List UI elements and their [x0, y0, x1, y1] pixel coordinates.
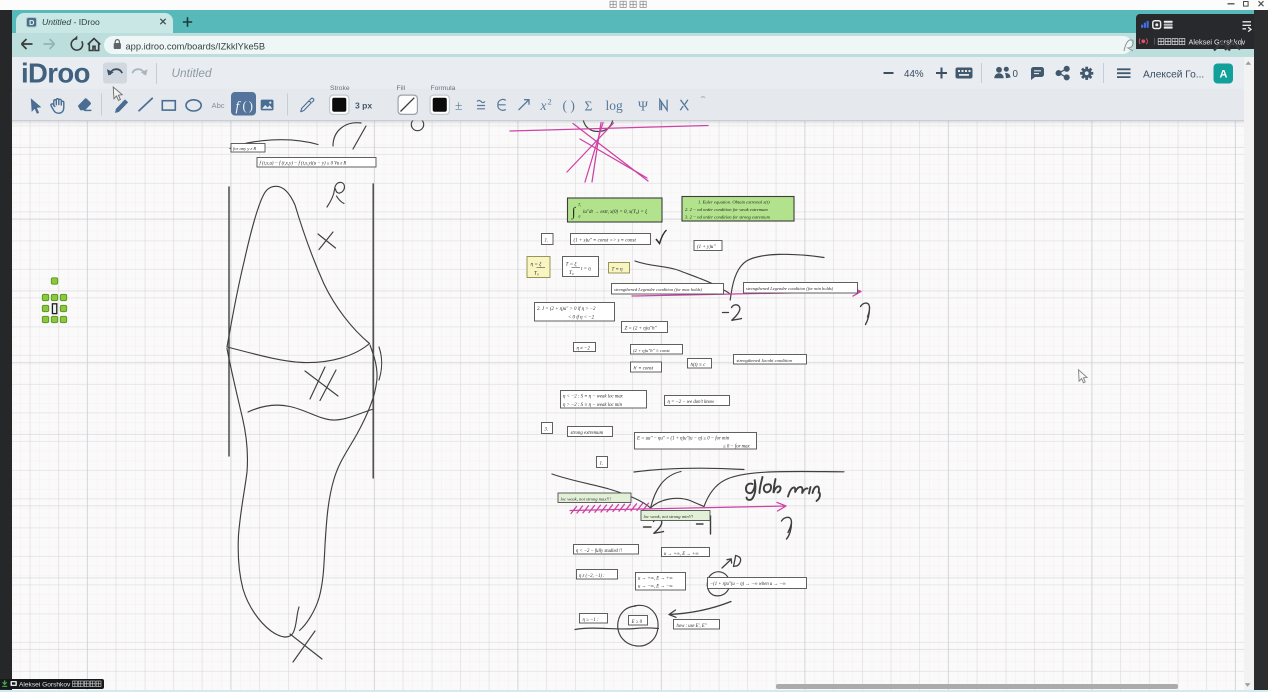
svg-text:η ε (−2, −1) :: η ε (−2, −1) :	[579, 574, 605, 579]
svg-text:−(1 + η)u''(u − η) → −∞ when u: −(1 + η)u''(u − η) → −∞ when u → −∞	[710, 582, 786, 587]
svg-text:Untitled - IDroo: Untitled - IDroo	[42, 17, 100, 27]
svg-text:44%: 44%	[904, 69, 924, 80]
svg-text:strong extremum: strong extremum	[571, 431, 604, 436]
svg-text:Stroke: Stroke	[330, 85, 350, 92]
svg-text:η < −2 : S ≡ η − weak loc: η < −2 : S ≡ η − weak loc max	[563, 395, 624, 400]
svg-text:D: D	[29, 18, 35, 27]
svg-text:t = η: t = η	[581, 267, 591, 272]
svg-text:1.: 1.	[545, 238, 549, 243]
svg-text:Fill: Fill	[397, 85, 406, 92]
svg-text:Untitled: Untitled	[172, 66, 212, 80]
svg-text:1.: 1.	[600, 461, 604, 466]
svg-text:how : use E', E'': how : use E', E''	[677, 624, 708, 629]
svg-text:): )	[249, 99, 253, 113]
svg-text:strengthened Legendre conditio: strengthened Legendre condition (for max…	[614, 287, 703, 292]
svg-text:η ≥ −1 :: η ≥ −1 :	[583, 618, 600, 623]
svg-text:Abc: Abc	[212, 101, 225, 110]
svg-text:app.idroo.com/boards/IZkklYke5: app.idroo.com/boards/IZkklYke5B	[126, 41, 266, 51]
svg-text:Алексей Го...: Алексей Го...	[1143, 69, 1204, 80]
svg-text:2: 2	[548, 97, 552, 107]
svg-text:0: 0	[1013, 69, 1019, 80]
svg-text:1. Euler equation. Obtain extr: 1. Euler equation. Obtain extremal x(t)	[698, 200, 770, 205]
svg-text:u → +∞, E → +∞: u → +∞, E → +∞	[664, 552, 699, 557]
svg-text:(2 + η)u''h'' ≡ const: (2 + η)u''h'' ≡ const	[633, 348, 670, 353]
svg-text:( ): ( )	[563, 98, 575, 113]
svg-text:h' ≡ const: h' ≡ const	[634, 367, 654, 372]
svg-text:η < −2 − fully studied !!: η < −2 − fully studied !!	[576, 549, 623, 554]
svg-text:Ψ: Ψ	[638, 99, 648, 114]
svg-text:2. 2 − nd order condition for: 2. 2 − nd order condition for weak extre…	[685, 207, 768, 212]
svg-text:strengthened Legendre conditio: strengthened Legendre condition (for min…	[746, 286, 834, 291]
svg-text:Z = (2 + η)u''h'': Z = (2 + η)u''h''	[625, 326, 658, 331]
svg-text:T₀: T₀	[534, 271, 539, 277]
svg-text:3 px: 3 px	[355, 101, 372, 111]
svg-text:η ≠ −2: η ≠ −2	[577, 347, 591, 352]
svg-text:iDroo: iDroo	[21, 58, 90, 89]
svg-text:Aleksei Gorshkov: Aleksei Gorshkov	[19, 681, 71, 688]
svg-text:u → +∞, E → +∞: u → +∞, E → +∞	[638, 577, 673, 582]
svg-text:strengthened Jacobi condition: strengthened Jacobi condition	[737, 358, 793, 363]
svg-text:0: 0	[579, 215, 581, 219]
svg-text:T₀: T₀	[569, 270, 574, 276]
svg-text:Formula: Formula	[431, 85, 456, 92]
svg-text:u → −∞, E → −∞: u → −∞, E → −∞	[638, 585, 673, 590]
svg-text:(1 + y)u'': (1 + y)u''	[697, 245, 716, 250]
svg-text:T = ξ: T = ξ	[566, 261, 578, 268]
svg-text:(: (	[243, 99, 247, 113]
svg-text:iu''dt → extr, x(0) = 0, x(T₀): iu''dt → extr, x(0) = 0, x(T₀) = ξ	[583, 209, 648, 215]
svg-text:(1 + s)u'' ≡ const => s ≡ co: (1 + s)u'' ≡ const => s ≡ const	[574, 238, 637, 243]
svg-text:f (t,x,u) − f (t,x,y) − f (t,x: f (t,x,u) − f (t,x,y) − f (t,x,y)(u − y)…	[260, 162, 347, 167]
svg-text:Σ: Σ	[585, 99, 593, 114]
svg-text:3. 2 − nd order condition for: 3. 2 − nd order condition for strong ext…	[685, 215, 771, 220]
svg-text:η > −2 : S ≡ η − weak loc: η > −2 : S ≡ η − weak loc min	[563, 403, 623, 408]
svg-text:≤ 0 − for max: ≤ 0 − for max	[723, 445, 751, 450]
svg-text:for any y ε R: for any y ε R	[233, 146, 256, 151]
svg-text:h(t) ≡ c: h(t) ≡ c	[691, 363, 707, 368]
svg-text:E ≥ 0: E ≥ 0	[631, 620, 643, 625]
svg-text:E = uu'' − ηu'' = (1 + η)u''(u: E = uu'' − ηu'' = (1 + η)u''(u − η) ≥ 0 …	[636, 437, 730, 442]
svg-text:T ≡ η: T ≡ η	[612, 267, 624, 272]
svg-text:η = ξ: η = ξ	[531, 261, 543, 268]
svg-text:3.: 3.	[545, 427, 549, 432]
svg-text:< 0 if η < −2: < 0 if η < −2	[568, 316, 595, 321]
svg-text:±: ±	[455, 98, 462, 113]
svg-text:log: log	[606, 98, 624, 113]
svg-text:2. J = (2 + η)u'' > 0 if η >: 2. J = (2 + η)u'' > 0 if η > −2	[537, 307, 596, 312]
svg-text:η = −2 − we don't know: η = −2 − we don't know	[668, 400, 715, 405]
svg-text:x: x	[540, 98, 547, 113]
svg-text:A: A	[1220, 69, 1228, 81]
